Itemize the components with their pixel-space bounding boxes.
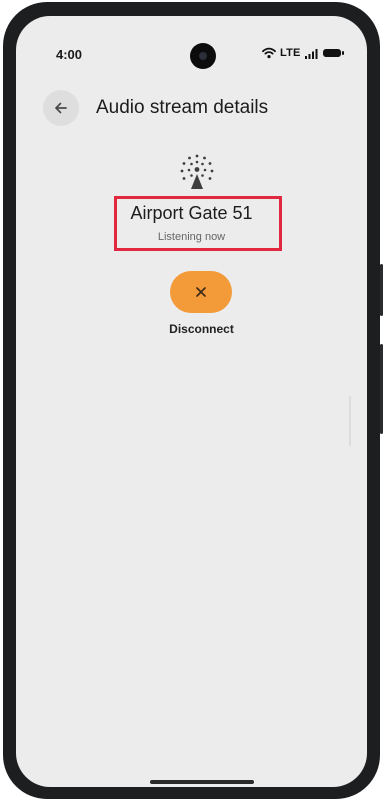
network-type: LTE — [280, 47, 301, 59]
phone-frame: 4:00 LTE Audio stream details Airport Ga… — [3, 2, 383, 799]
arrow-left-icon — [55, 102, 67, 114]
front-camera — [190, 43, 216, 69]
status-time: 4:00 — [56, 47, 83, 62]
back-button[interactable] — [43, 90, 79, 126]
stream-status: Listening now — [157, 231, 226, 243]
home-indicator[interactable] — [150, 780, 254, 784]
status-icons: LTE — [262, 44, 344, 62]
close-icon — [196, 287, 206, 297]
stream-name: Airport Gate 51 — [130, 203, 253, 223]
screen: 4:00 LTE Audio stream details Airport Ga… — [16, 16, 367, 787]
scrollbar — [349, 396, 351, 446]
battery-icon — [322, 49, 344, 57]
page-title: Audio stream details — [96, 97, 269, 118]
side-button — [380, 344, 383, 434]
disconnect-button[interactable] — [170, 271, 232, 313]
disconnect-label: Disconnect — [169, 322, 234, 336]
side-button — [380, 264, 383, 316]
signal-icon — [304, 48, 318, 59]
broadcast-icon — [180, 154, 214, 189]
wifi-icon — [262, 47, 276, 59]
